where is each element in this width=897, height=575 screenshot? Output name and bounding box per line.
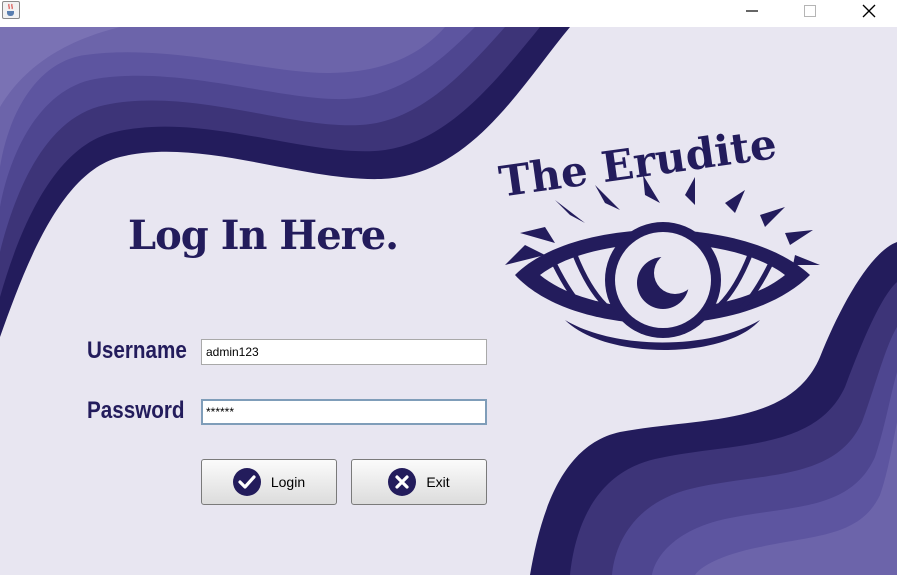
x-circle-icon: [388, 468, 417, 496]
page-title: Log In Here.: [128, 212, 399, 259]
login-button-label: Login: [270, 474, 306, 490]
login-button[interactable]: Login: [201, 459, 337, 505]
exit-button-label: Exit: [426, 474, 450, 490]
password-label: Password: [87, 397, 185, 424]
check-circle-icon: [232, 468, 261, 496]
minimize-button[interactable]: [729, 0, 775, 22]
close-icon: [862, 4, 876, 18]
close-button[interactable]: [846, 0, 892, 22]
maximize-icon: [804, 5, 816, 17]
username-label: Username: [87, 337, 187, 364]
minimize-icon: [746, 10, 758, 12]
java-coffee-icon[interactable]: [2, 1, 20, 19]
logo-text: The Erudite: [496, 119, 779, 206]
maximize-button[interactable]: [787, 0, 833, 22]
password-input[interactable]: [201, 399, 487, 425]
exit-button[interactable]: Exit: [351, 459, 487, 505]
brand-logo: The Erudite: [495, 115, 825, 370]
title-bar: [0, 0, 897, 27]
username-input[interactable]: [201, 339, 487, 365]
login-panel: Log In Here. The Erudite Username admin1…: [0, 27, 897, 575]
eye-moon-icon: The Erudite: [496, 119, 820, 350]
